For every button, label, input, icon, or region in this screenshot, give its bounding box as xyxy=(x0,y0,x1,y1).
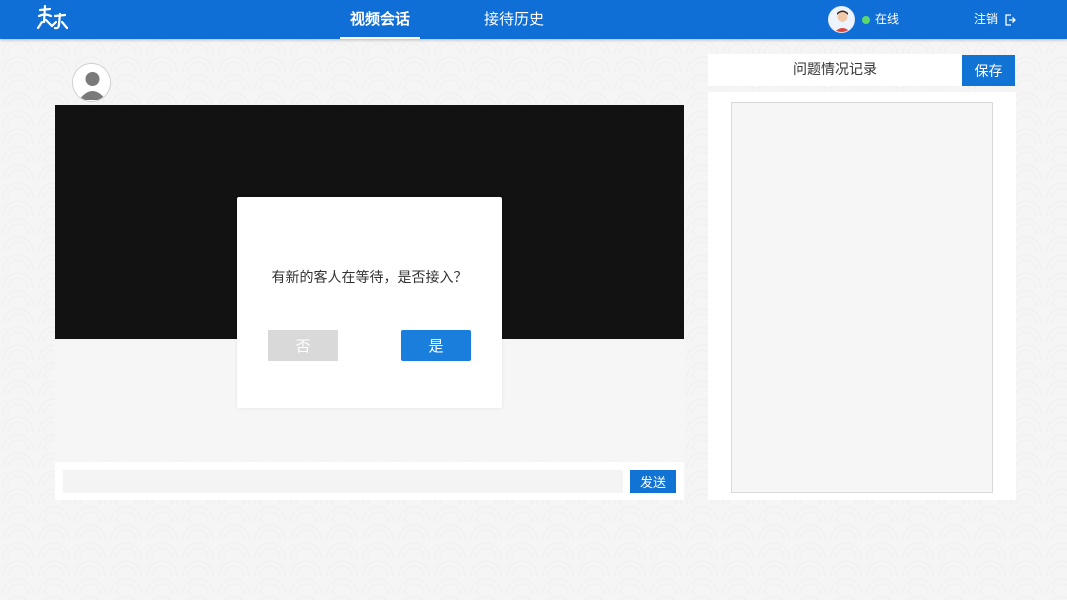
dialog-message: 有新的客人在等待，是否接入？ xyxy=(271,270,468,286)
logout-label: 注销 xyxy=(974,12,999,26)
tab-reception-history[interactable]: 接待历史 xyxy=(484,0,544,39)
decline-button[interactable]: 否 xyxy=(268,330,338,361)
notes-panel xyxy=(708,92,1016,500)
message-input[interactable] xyxy=(63,470,623,493)
calligraphy-logo-icon xyxy=(34,4,74,34)
message-input-bar: 发送 xyxy=(55,462,684,500)
tab-video-session[interactable]: 视频会话 xyxy=(339,0,421,39)
incoming-guest-dialog: 有新的客人在等待，是否接入？ 否 是 xyxy=(237,197,502,408)
user-photo-icon[interactable] xyxy=(828,6,855,33)
default-user-avatar-icon xyxy=(72,63,111,102)
send-button[interactable]: 发送 xyxy=(630,470,676,493)
top-navigation-bar: 视频会话 接待历史 在线 注销 xyxy=(0,0,1067,39)
notes-textarea[interactable] xyxy=(731,102,993,493)
status-label: 在线 xyxy=(875,12,900,26)
online-status-dot-icon xyxy=(862,15,870,24)
online-status: 在线 xyxy=(862,0,899,39)
logout-button[interactable]: 注销 xyxy=(974,0,1016,39)
logout-icon xyxy=(1005,13,1016,26)
save-button[interactable]: 保存 xyxy=(962,55,1015,86)
accept-button[interactable]: 是 xyxy=(401,330,471,361)
notes-title: 问题情况记录 xyxy=(708,54,962,86)
